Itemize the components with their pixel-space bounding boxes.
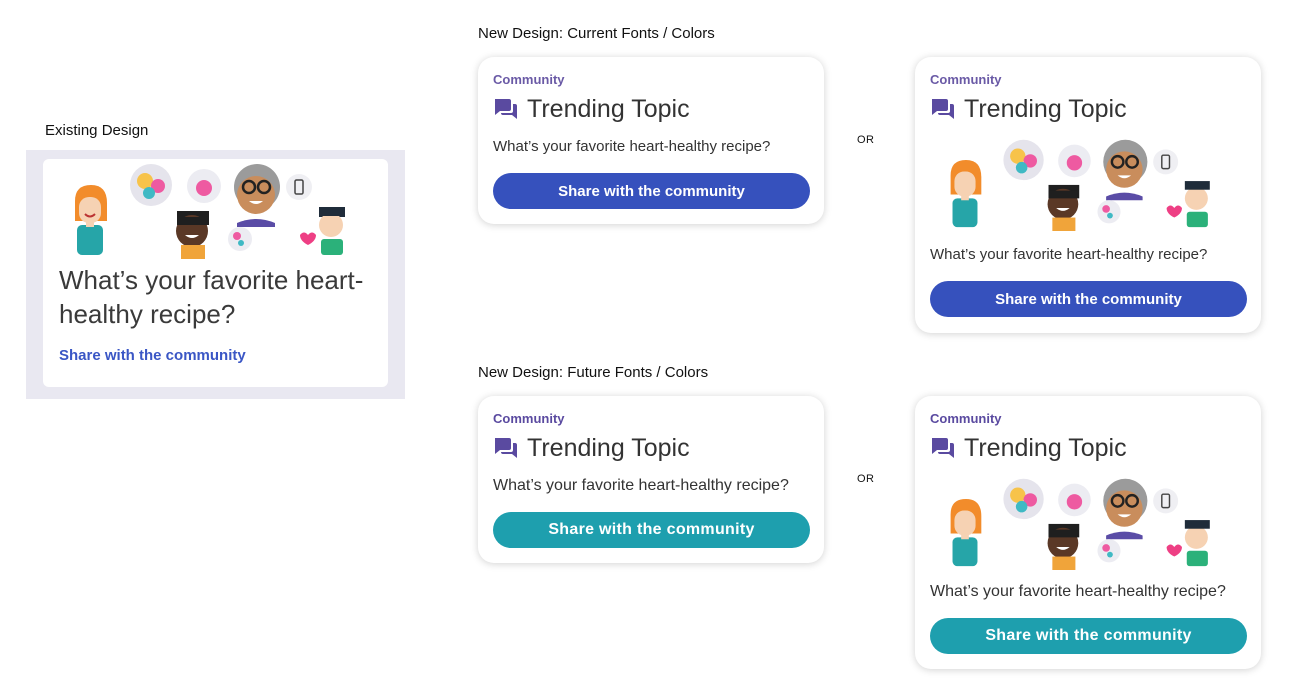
community-kicker: Community [930, 72, 1002, 87]
card-title: Trending Topic [964, 433, 1127, 462]
woman-figure [75, 185, 107, 255]
share-button[interactable]: Share with the community [930, 618, 1247, 654]
existing-question: What’s your favorite heart-healthy recip… [59, 265, 364, 329]
chat-bubbles-icon [495, 99, 517, 119]
chat-bubbles-icon [495, 438, 517, 458]
card-title: Trending Topic [527, 433, 690, 462]
or-label-top: OR [857, 134, 875, 146]
existing-design-label: Existing Design [45, 122, 149, 139]
title-row: Trending Topic [930, 432, 1127, 464]
community-kicker: Community [930, 411, 1002, 426]
card-title: Trending Topic [527, 94, 690, 123]
card-question: What’s your favorite heart-healthy recip… [493, 477, 789, 494]
card-future-simple: Community Trending Topic What’s your fav… [478, 396, 824, 563]
title-row: Trending Topic [930, 93, 1127, 125]
community-kicker: Community [493, 411, 565, 426]
card-current-simple: Community Trending Topic What’s your fav… [478, 57, 824, 224]
share-button[interactable]: Share with the community [493, 173, 810, 209]
community-illustration [950, 478, 1210, 570]
chat-bubbles-icon [932, 99, 954, 119]
title-row: Trending Topic [493, 93, 690, 125]
share-link[interactable]: Share with the community [59, 347, 246, 364]
community-illustration [75, 164, 345, 259]
older-man-figure [234, 164, 280, 227]
current-design-label: New Design: Current Fonts / Colors [478, 25, 715, 42]
community-illustration [950, 139, 1210, 231]
boy-figure [319, 207, 345, 255]
chat-bubbles-icon [932, 438, 954, 458]
share-button[interactable]: Share with the community [493, 512, 810, 548]
community-kicker: Community [493, 72, 565, 87]
existing-card: What’s your favorite heart-healthy recip… [43, 159, 388, 387]
or-label-bottom: OR [857, 473, 875, 485]
card-question: What’s your favorite heart-healthy recip… [930, 246, 1208, 263]
card-question: What’s your favorite heart-healthy recip… [493, 138, 771, 155]
card-current-illustrated: Community Trending Topic What’s your fav… [915, 57, 1261, 333]
card-future-illustrated: Community Trending Topic What’s your fav… [915, 396, 1261, 669]
title-row: Trending Topic [493, 432, 690, 464]
young-man-figure [176, 211, 209, 259]
card-title: Trending Topic [964, 94, 1127, 123]
card-question: What’s your favorite heart-healthy recip… [930, 583, 1226, 600]
future-design-label: New Design: Future Fonts / Colors [478, 364, 709, 381]
share-button[interactable]: Share with the community [930, 281, 1247, 317]
